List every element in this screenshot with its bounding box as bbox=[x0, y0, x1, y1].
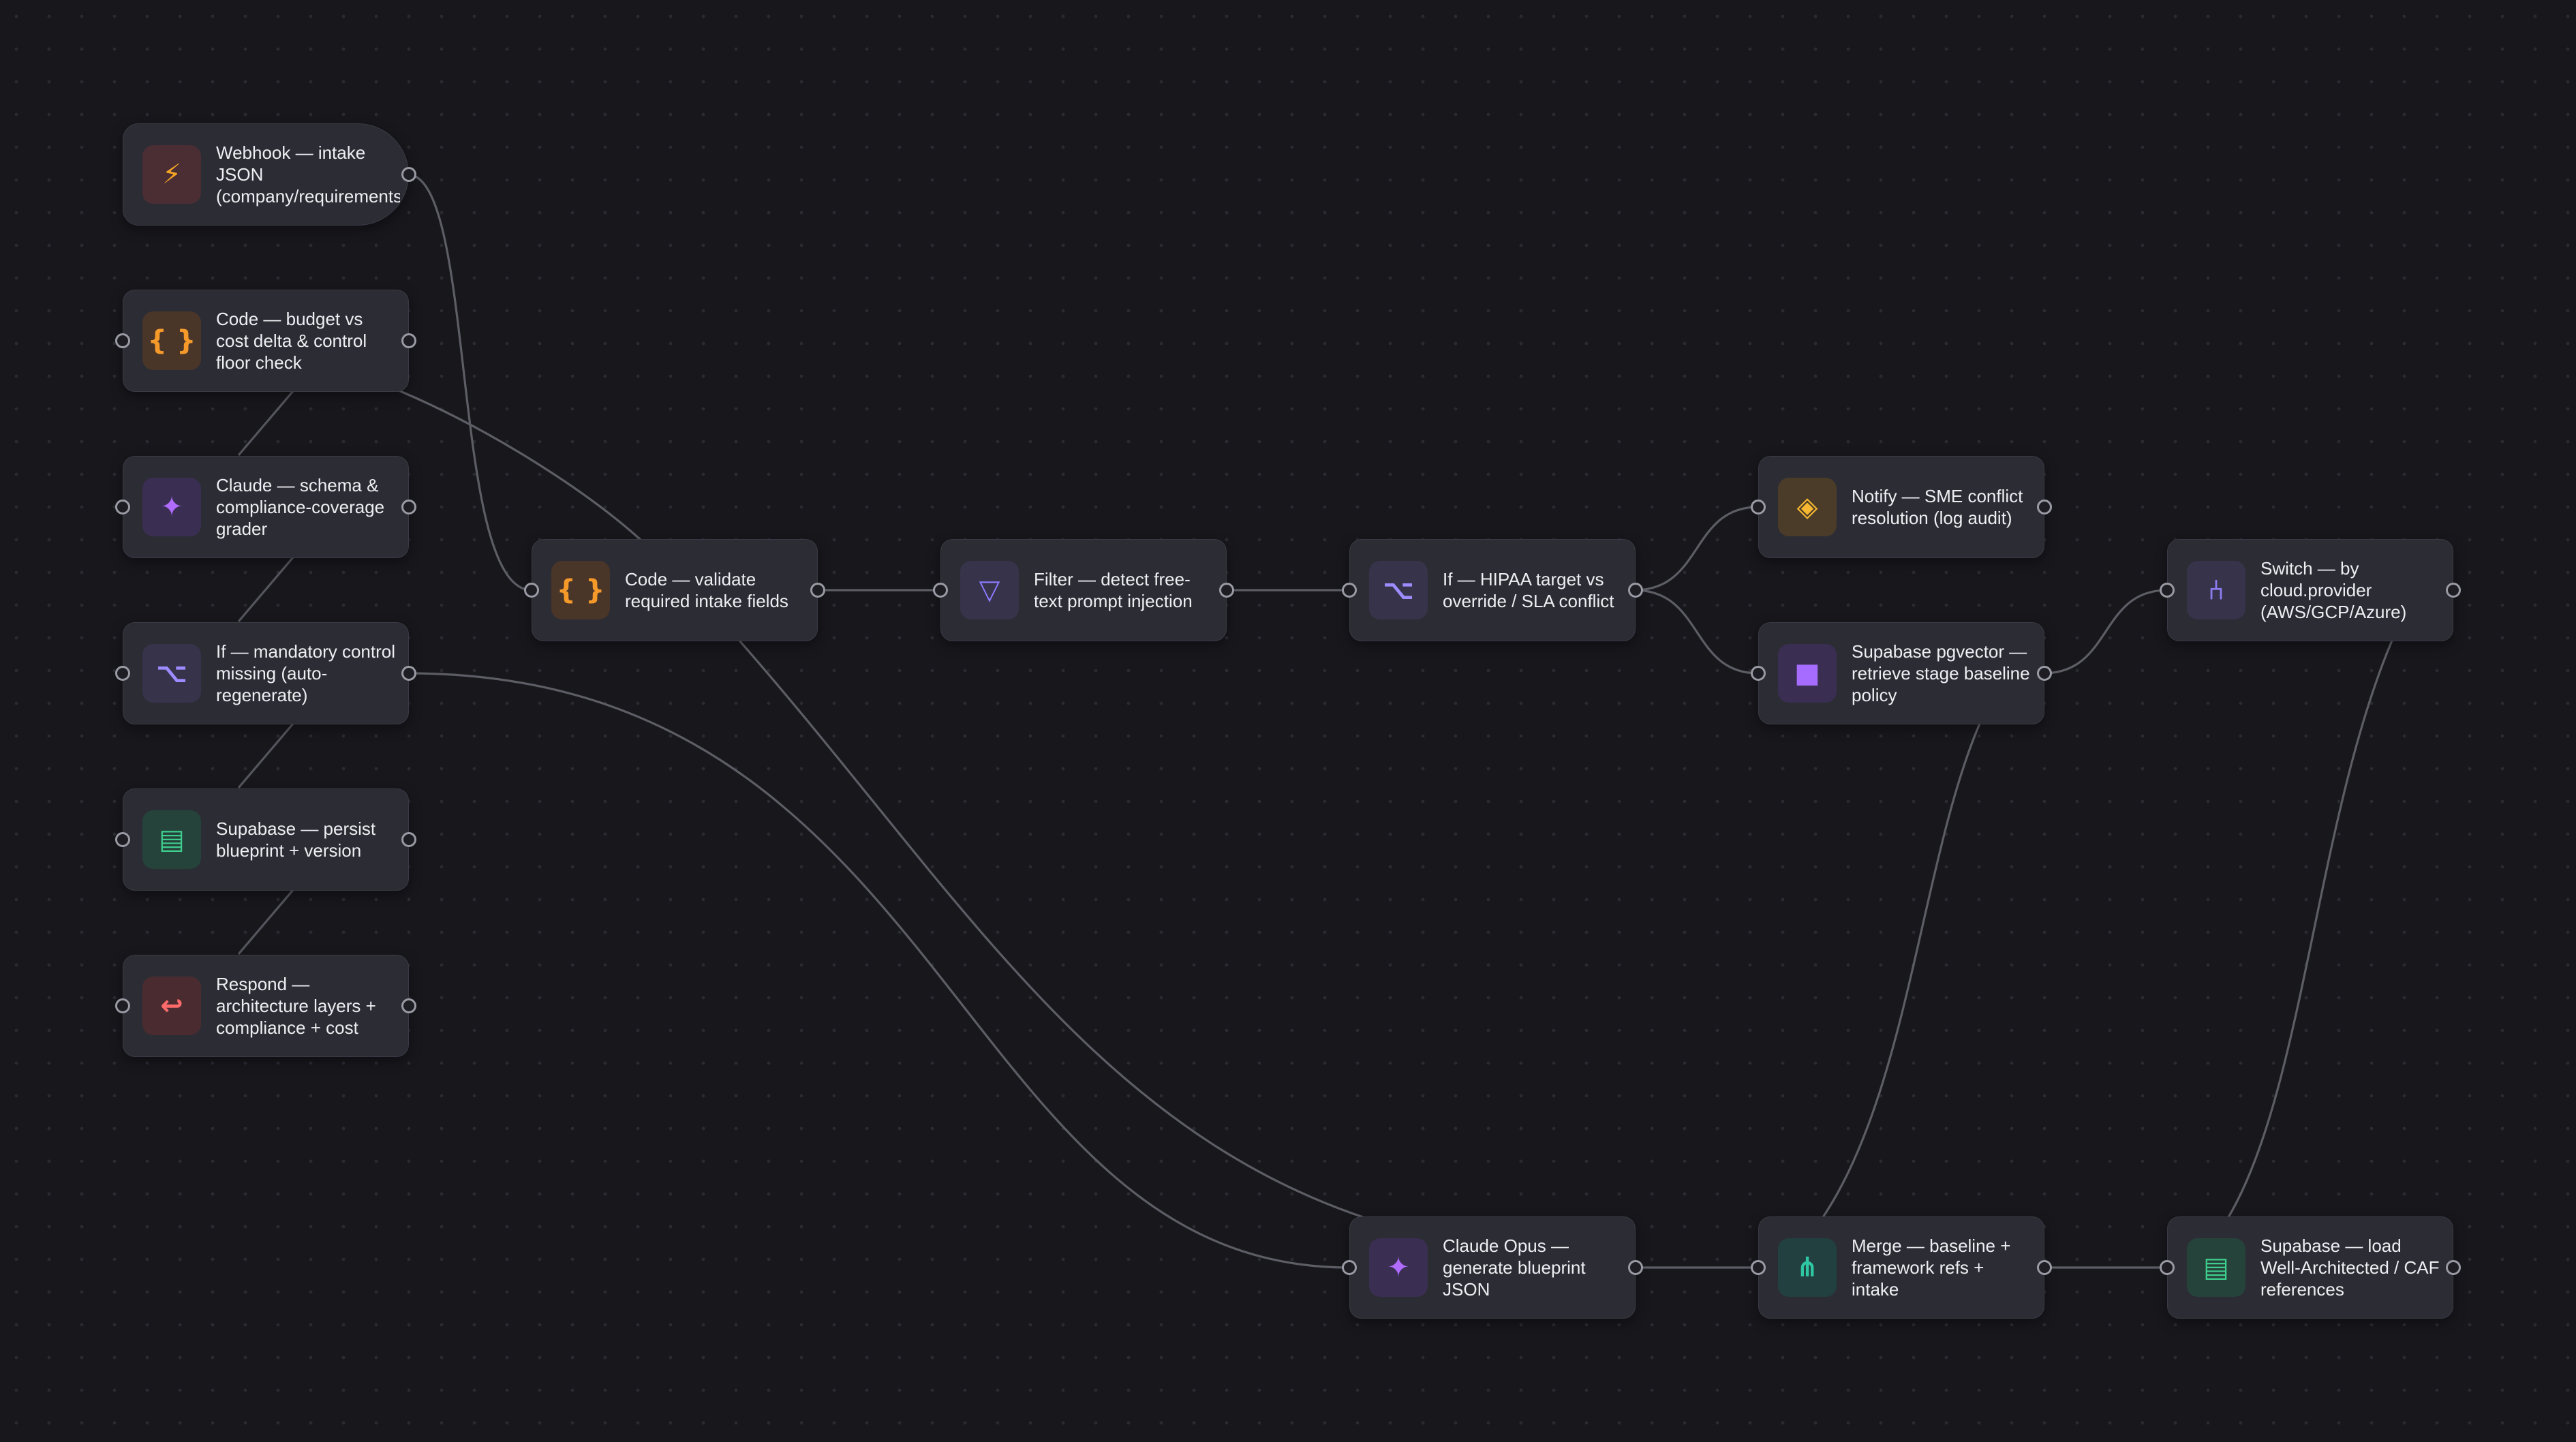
code-braces-icon: { } bbox=[551, 561, 610, 619]
connection-edge bbox=[2227, 640, 2393, 1218]
node-label: Code — budget vs cost delta & control fl… bbox=[216, 309, 367, 373]
connection-edge bbox=[1634, 506, 1759, 592]
filter-icon: ▽ bbox=[960, 561, 1019, 619]
node-label: Supabase — persist blueprint + version bbox=[216, 818, 376, 861]
node-if-mandatory-control[interactable]: ⌥ If — mandatory control missing (auto-r… bbox=[115, 622, 416, 724]
node-supabase-pgvector[interactable]: ■ Supabase pgvector — retrieve stage bas… bbox=[1751, 622, 2052, 724]
database-table-icon: ▤ bbox=[2187, 1238, 2245, 1297]
node-notify-sme[interactable]: ◈ Notify — SME conflict resolution (log … bbox=[1751, 456, 2052, 558]
connection-edge bbox=[1822, 723, 1981, 1218]
sparkle-icon: ✦ bbox=[142, 478, 201, 536]
node-code-budget-check[interactable]: { } Code — budget vs cost delta & contro… bbox=[115, 290, 416, 392]
connection-edge bbox=[398, 389, 642, 541]
input-port[interactable] bbox=[115, 500, 130, 515]
branch-icon: ⌥ bbox=[1369, 561, 1428, 619]
node-label: If — HIPAA target vs override / SLA conf… bbox=[1443, 569, 1614, 611]
sparkle-icon: ✦ bbox=[1369, 1238, 1428, 1297]
input-port[interactable] bbox=[1751, 666, 1766, 681]
output-port[interactable] bbox=[2037, 666, 2052, 681]
output-port[interactable] bbox=[401, 666, 416, 681]
node-label: If — mandatory control missing (auto-reg… bbox=[216, 641, 395, 705]
node-label: Claude — schema & compliance-coverage gr… bbox=[216, 475, 385, 539]
input-port[interactable] bbox=[115, 998, 130, 1013]
output-port[interactable] bbox=[1219, 583, 1234, 598]
node-webhook-intake[interactable]: ⚡ Webhook — intake JSON (company/require… bbox=[123, 123, 416, 226]
connection-edge bbox=[237, 556, 294, 623]
input-port[interactable] bbox=[933, 583, 948, 598]
output-port[interactable] bbox=[401, 500, 416, 515]
input-port[interactable] bbox=[1751, 1260, 1766, 1275]
connection-edge bbox=[407, 672, 1350, 1269]
node-supabase-persist[interactable]: ▤ Supabase — persist blueprint + version bbox=[115, 788, 416, 891]
workflow-canvas[interactable]: ⚡ Webhook — intake JSON (company/require… bbox=[0, 0, 2576, 1442]
input-port[interactable] bbox=[2160, 583, 2175, 598]
input-port[interactable] bbox=[1342, 1260, 1357, 1275]
input-port[interactable] bbox=[1342, 583, 1357, 598]
connection-edge bbox=[1634, 589, 1759, 675]
node-label: Webhook — intake JSON (company/requireme… bbox=[216, 142, 400, 206]
node-claude-grader[interactable]: ✦ Claude — schema & compliance-coverage … bbox=[115, 456, 416, 558]
merge-icon: ⋔ bbox=[1778, 1238, 1837, 1297]
connection-edge bbox=[237, 390, 294, 457]
input-port[interactable] bbox=[115, 832, 130, 847]
node-label: Claude Opus — generate blueprint JSON bbox=[1443, 1236, 1586, 1300]
output-port[interactable] bbox=[401, 998, 416, 1013]
output-port[interactable] bbox=[401, 167, 416, 182]
output-port[interactable] bbox=[2037, 1260, 2052, 1275]
connection-edge bbox=[738, 639, 1364, 1218]
return-arrow-icon: ↩ bbox=[142, 977, 201, 1035]
vector-square-icon: ■ bbox=[1778, 644, 1837, 703]
node-respond[interactable]: ↩ Respond — architecture layers + compli… bbox=[115, 955, 416, 1057]
node-merge[interactable]: ⋔ Merge — baseline + framework refs + in… bbox=[1751, 1216, 2052, 1319]
node-supabase-load[interactable]: ▤ Supabase — load Well-Architected / CAF… bbox=[2160, 1216, 2461, 1319]
node-switch-provider[interactable]: ⑃ Switch — by cloud.provider (AWS/GCP/Az… bbox=[2160, 539, 2461, 641]
connection-edge bbox=[407, 173, 532, 592]
connection-edge bbox=[237, 889, 294, 955]
node-label: Respond — architecture layers + complian… bbox=[216, 974, 376, 1038]
output-port[interactable] bbox=[2446, 583, 2461, 598]
node-label: Filter — detect free-text prompt injecti… bbox=[1034, 569, 1193, 611]
database-table-icon: ▤ bbox=[142, 810, 201, 869]
node-filter-injection[interactable]: ▽ Filter — detect free-text prompt injec… bbox=[933, 539, 1234, 641]
branch-icon: ⌥ bbox=[142, 644, 201, 703]
output-port[interactable] bbox=[1628, 583, 1643, 598]
diamond-icon: ◈ bbox=[1778, 478, 1837, 536]
switch-fork-icon: ⑃ bbox=[2187, 561, 2245, 619]
connection-edge bbox=[237, 722, 294, 789]
node-label: Code — validate required intake fields bbox=[625, 569, 788, 611]
output-port[interactable] bbox=[1628, 1260, 1643, 1275]
input-port[interactable] bbox=[524, 583, 539, 598]
output-port[interactable] bbox=[401, 832, 416, 847]
output-port[interactable] bbox=[810, 583, 825, 598]
node-label: Supabase — load Well-Architected / CAF r… bbox=[2260, 1236, 2440, 1300]
node-label: Notify — SME conflict resolution (log au… bbox=[1852, 486, 2023, 528]
input-port[interactable] bbox=[115, 666, 130, 681]
node-if-hipaa[interactable]: ⌥ If — HIPAA target vs override / SLA co… bbox=[1342, 539, 1643, 641]
connection-edge bbox=[2042, 589, 2168, 675]
input-port[interactable] bbox=[115, 333, 130, 348]
input-port[interactable] bbox=[2160, 1260, 2175, 1275]
node-label: Switch — by cloud.provider (AWS/GCP/Azur… bbox=[2260, 558, 2407, 622]
node-claude-opus[interactable]: ✦ Claude Opus — generate blueprint JSON bbox=[1342, 1216, 1643, 1319]
node-label: Supabase pgvector — retrieve stage basel… bbox=[1852, 641, 2030, 705]
output-port[interactable] bbox=[2037, 500, 2052, 515]
output-port[interactable] bbox=[401, 333, 416, 348]
node-code-validate[interactable]: { } Code — validate required intake fiel… bbox=[524, 539, 825, 641]
code-braces-icon: { } bbox=[142, 311, 201, 370]
output-port[interactable] bbox=[2446, 1260, 2461, 1275]
input-port[interactable] bbox=[1751, 500, 1766, 515]
node-label: Merge — baseline + framework refs + inta… bbox=[1852, 1236, 2011, 1300]
lightning-icon: ⚡ bbox=[142, 145, 201, 204]
